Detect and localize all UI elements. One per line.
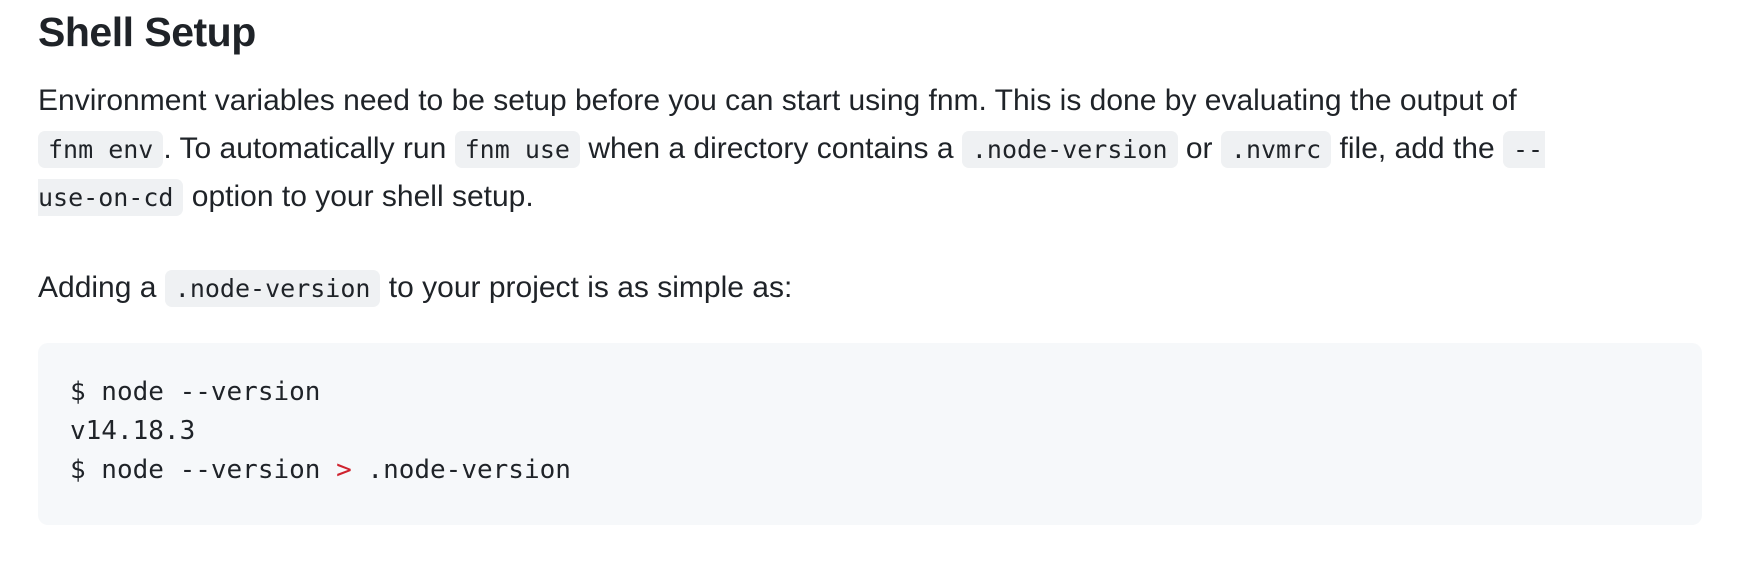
intro-text-4: or (1177, 132, 1221, 165)
inline-code-fnm-env: fnm env (38, 131, 164, 168)
intro-text-6: option to your shell setup. (183, 180, 534, 213)
adding-text-1: Adding a (38, 271, 165, 304)
code-block-content: $ node --version v14.18.3 $ node --versi… (70, 373, 1670, 490)
inline-code-use-on-cd-start: -- (1503, 131, 1546, 168)
intro-line-3: use-on-cd option to your shell setup. (38, 173, 1545, 221)
inline-code-use-on-cd-end: use-on-cd (38, 179, 184, 216)
intro-text-5: file, add the (1331, 132, 1503, 165)
code-line-3-suffix: .node-version (351, 455, 571, 485)
inline-code-node-version: .node-version (961, 131, 1178, 168)
code-line-3-prefix: $ node --version (70, 455, 337, 485)
code-line-2: v14.18.3 (70, 416, 196, 446)
adding-line: Adding a .node-version to your project i… (38, 264, 792, 312)
adding-paragraph: Adding a .node-version to your project i… (38, 264, 792, 312)
inline-code-fnm-use: fnm use (454, 131, 580, 168)
markdown-page: Shell Setup Environment variables need t… (0, 0, 1744, 562)
intro-text-1: Environment variables need to be setup b… (38, 84, 1517, 117)
adding-text-2: to your project is as simple as: (380, 271, 793, 304)
inline-code-nvmrc: .nvmrc (1220, 131, 1332, 168)
intro-text-2: . To automatically run (163, 132, 455, 165)
redirect-operator: > (336, 455, 352, 485)
code-line-1: $ node --version (70, 377, 321, 407)
section-heading: Shell Setup (38, 9, 256, 55)
intro-line-2: fnm env. To automatically run fnm use wh… (38, 125, 1546, 173)
intro-text-3: when a directory contains a (579, 132, 962, 165)
intro-paragraph: Environment variables need to be setup b… (38, 77, 1546, 221)
inline-code-node-version-2: .node-version (164, 270, 381, 307)
code-block[interactable]: $ node --version v14.18.3 $ node --versi… (38, 343, 1702, 525)
intro-line-1: Environment variables need to be setup b… (38, 77, 1545, 125)
